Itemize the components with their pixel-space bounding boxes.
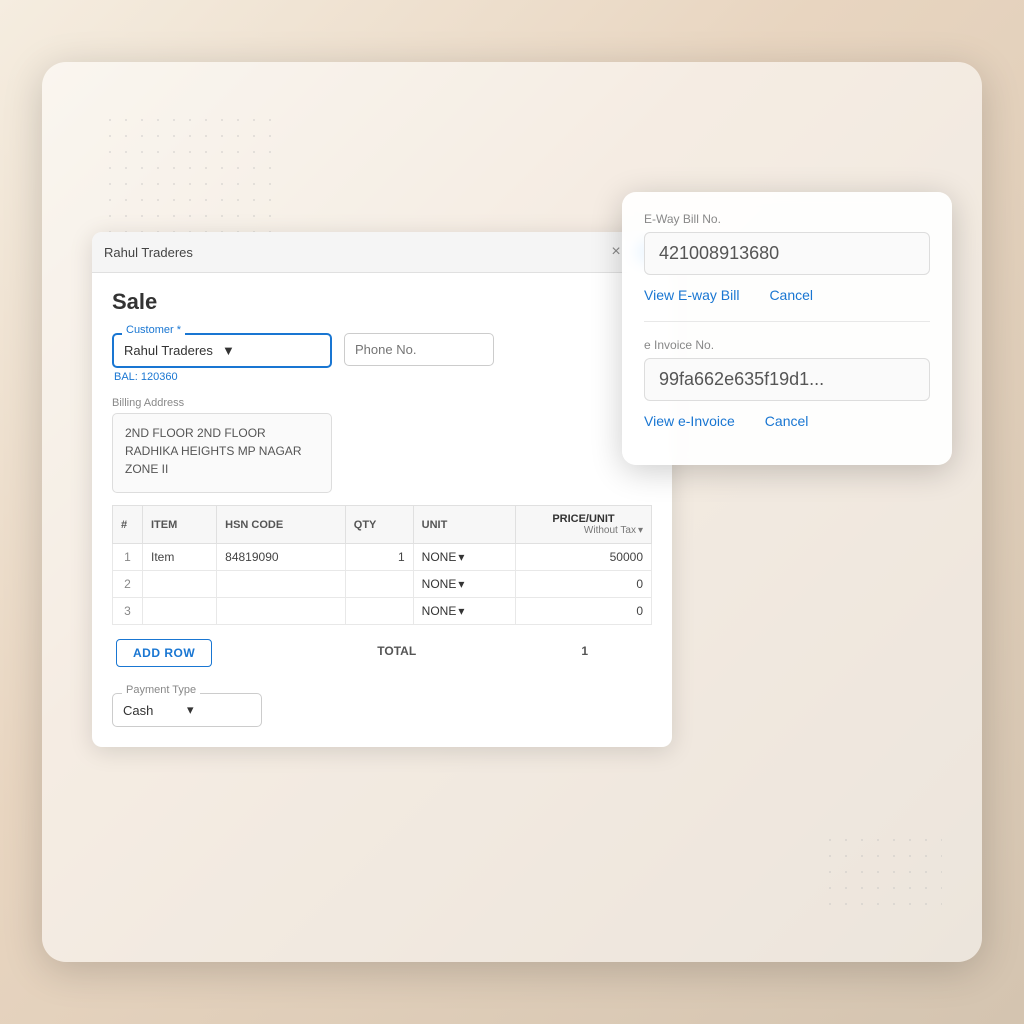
row-2-num: 2: [113, 571, 143, 598]
row-3-num: 3: [113, 598, 143, 625]
price-unit-label: PRICE/UNIT: [524, 513, 643, 525]
customer-balance: BAL: 120360: [112, 371, 332, 383]
window-title: Rahul Traderes: [104, 245, 596, 260]
unit-3-arrow: ▾: [458, 604, 464, 618]
row-1-qty[interactable]: 1: [345, 544, 413, 571]
billing-address-section: Billing Address 2ND FLOOR 2ND FLOOR RADH…: [112, 397, 652, 493]
row-2-price[interactable]: 0: [515, 571, 651, 598]
dot-grid-decoration-tl: [102, 112, 282, 232]
add-row-button[interactable]: ADD ROW: [116, 639, 212, 667]
payment-section: Payment Type Cash ▾: [112, 693, 652, 727]
payment-type-label: Payment Type: [122, 684, 200, 696]
eway-einvoice-popup: E-Way Bill No. 421008913680 View E-way B…: [622, 192, 952, 465]
customer-select[interactable]: Rahul Traderes ▼: [112, 333, 332, 368]
payment-value: Cash: [123, 703, 187, 718]
items-table-section: # ITEM HSN CODE QTY UNIT PRICE/UNIT With…: [112, 505, 652, 677]
cancel-eway-link[interactable]: Cancel: [769, 287, 813, 303]
sale-window: Rahul Traderes × + Sale Customer * Rahul…: [92, 232, 672, 747]
customer-value: Rahul Traderes: [124, 343, 222, 358]
outer-container: E-W... 42... View... Cancel e In... 99..…: [42, 62, 982, 962]
col-item: ITEM: [143, 506, 217, 544]
row-1-unit[interactable]: NONE ▾: [413, 544, 515, 571]
table-row: 3 NONE ▾ 0: [113, 598, 652, 625]
items-table: # ITEM HSN CODE QTY UNIT PRICE/UNIT With…: [112, 505, 652, 625]
popup-einvoice-label: e Invoice No.: [644, 338, 930, 352]
popup-einvoice-actions: View e-Invoice Cancel: [644, 413, 930, 429]
price-unit-sub: Without Tax ▾: [524, 525, 643, 536]
col-hsn: HSN CODE: [217, 506, 346, 544]
unit-1-arrow: ▾: [458, 550, 464, 564]
table-header: # ITEM HSN CODE QTY UNIT PRICE/UNIT With…: [113, 506, 652, 544]
total-value: 1: [581, 644, 648, 658]
dot-grid-decoration-br: [822, 832, 942, 912]
popup-eway-actions: View E-way Bill Cancel: [644, 287, 930, 303]
add-row-total-bar: ADD ROW TOTAL 1: [112, 625, 652, 677]
billing-address-label: Billing Address: [112, 397, 652, 409]
row-2-item[interactable]: [143, 571, 217, 598]
total-label: TOTAL: [212, 644, 581, 658]
customer-phone-row: Customer * Rahul Traderes ▼ BAL: 120360: [112, 333, 652, 383]
phone-field-group: [344, 333, 494, 383]
popup-eway-label: E-Way Bill No.: [644, 212, 930, 226]
row-2-qty[interactable]: [345, 571, 413, 598]
col-qty: QTY: [345, 506, 413, 544]
row-1-hsn[interactable]: 84819090: [217, 544, 346, 571]
view-einvoice-link[interactable]: View e-Invoice: [644, 413, 735, 429]
page-title: Sale: [112, 289, 652, 315]
row-2-unit[interactable]: NONE ▾: [413, 571, 515, 598]
popup-eway-value: 421008913680: [644, 232, 930, 275]
unit-2-arrow: ▾: [458, 577, 464, 591]
view-eway-bill-link[interactable]: View E-way Bill: [644, 287, 739, 303]
window-content: Sale Customer * Rahul Traderes ▼ BAL: 12…: [92, 273, 672, 747]
row-2-hsn[interactable]: [217, 571, 346, 598]
cancel-einvoice-link[interactable]: Cancel: [765, 413, 809, 429]
row-3-qty[interactable]: [345, 598, 413, 625]
row-1-price[interactable]: 50000: [515, 544, 651, 571]
price-sub-arrow: ▾: [638, 525, 643, 536]
col-unit: UNIT: [413, 506, 515, 544]
row-1-item[interactable]: Item: [143, 544, 217, 571]
billing-address-box: 2ND FLOOR 2ND FLOOR RADHIKA HEIGHTS MP N…: [112, 413, 332, 493]
col-num: #: [113, 506, 143, 544]
table-row: 1 Item 84819090 1 NONE ▾ 50000: [113, 544, 652, 571]
customer-field-group: Customer * Rahul Traderes ▼ BAL: 120360: [112, 333, 332, 383]
payment-select[interactable]: Cash ▾: [112, 693, 262, 727]
col-price-unit: PRICE/UNIT Without Tax ▾: [515, 506, 651, 544]
phone-input[interactable]: [344, 333, 494, 366]
popup-divider: [644, 321, 930, 322]
row-1-num: 1: [113, 544, 143, 571]
row-3-hsn[interactable]: [217, 598, 346, 625]
popup-einvoice-value: 99fa662e635f19d1...: [644, 358, 930, 401]
table-body: 1 Item 84819090 1 NONE ▾ 50000: [113, 544, 652, 625]
window-titlebar: Rahul Traderes × +: [92, 232, 672, 273]
row-3-price[interactable]: 0: [515, 598, 651, 625]
customer-dropdown-arrow: ▼: [222, 343, 320, 358]
customer-label: Customer *: [122, 324, 185, 336]
table-row: 2 NONE ▾ 0: [113, 571, 652, 598]
row-3-item[interactable]: [143, 598, 217, 625]
payment-dropdown-arrow: ▾: [187, 702, 251, 718]
row-3-unit[interactable]: NONE ▾: [413, 598, 515, 625]
